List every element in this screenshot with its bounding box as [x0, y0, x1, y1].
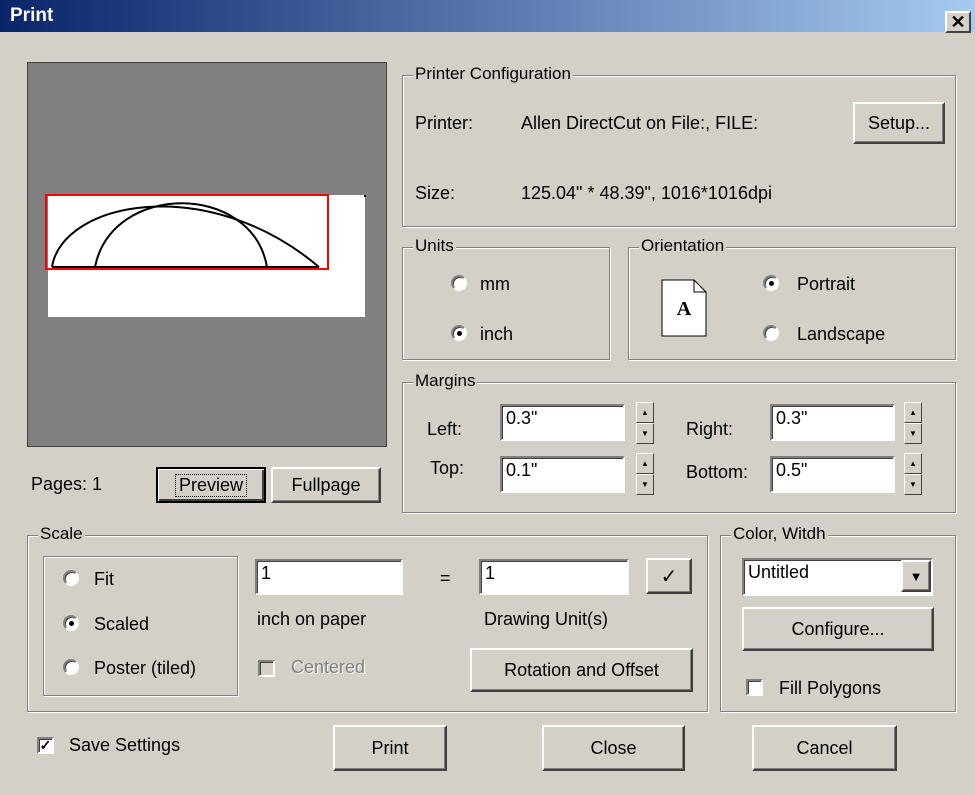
bottom-margin-label: Bottom: — [686, 462, 749, 482]
close-window-button[interactable]: ✕ — [945, 11, 971, 33]
spin-up-icon[interactable]: ▲ — [636, 453, 654, 474]
spin-down-icon[interactable]: ▼ — [636, 474, 654, 495]
top-margin-spinner[interactable]: ▲ ▼ — [636, 453, 654, 495]
landscape-radio[interactable] — [763, 325, 779, 341]
left-margin-spinner[interactable]: ▲ ▼ — [636, 402, 654, 444]
margins-group: Margins — [402, 371, 956, 513]
pages-count: Pages: 1 — [31, 474, 103, 494]
fill-polygons-checkbox[interactable] — [746, 679, 763, 696]
save-settings-label[interactable]: Save Settings — [69, 735, 180, 756]
setup-button[interactable]: Setup... — [853, 102, 945, 144]
spin-up-icon[interactable]: ▲ — [904, 453, 922, 474]
fit-radio[interactable] — [63, 570, 79, 586]
svg-text:A: A — [677, 298, 692, 320]
scale-label: Scale — [38, 524, 85, 544]
preview-drawing — [45, 194, 366, 317]
scaled-radio[interactable] — [63, 615, 79, 631]
portrait-radio[interactable] — [763, 275, 779, 291]
bottom-margin-input[interactable]: 0.5" — [770, 456, 895, 493]
preview-button-label: Preview — [174, 473, 248, 497]
equals-sign: = — [440, 568, 451, 588]
right-margin-label: Right: — [686, 419, 734, 439]
top-margin-input[interactable]: 0.1" — [500, 456, 625, 493]
rotation-and-offset-label: Rotation and Offset — [504, 659, 659, 680]
close-button-label: Close — [590, 737, 637, 758]
pen-dropdown[interactable]: Untitled ▼ — [742, 558, 933, 596]
fit-label[interactable]: Fit — [94, 569, 114, 590]
window-title: Print — [10, 5, 54, 26]
fullpage-button[interactable]: Fullpage — [271, 467, 381, 503]
configure-button-label: Configure... — [791, 618, 885, 639]
spin-down-icon[interactable]: ▼ — [636, 423, 654, 444]
printer-configuration-label: Printer Configuration — [413, 64, 573, 84]
print-button-label: Print — [371, 737, 409, 758]
poster-tiled-label[interactable]: Poster (tiled) — [94, 658, 196, 679]
apply-scale-button[interactable]: ✓ — [646, 558, 692, 594]
scaled-label[interactable]: Scaled — [94, 614, 149, 635]
orientation-label: Orientation — [639, 236, 727, 256]
top-margin-label: Top: — [430, 458, 465, 478]
checkmark-icon: ✓ — [660, 565, 678, 588]
save-settings-checkbox[interactable]: ✓ — [37, 737, 54, 754]
inch-label[interactable]: inch — [480, 324, 513, 345]
color-width-label: Color, Witdh — [731, 524, 828, 544]
title-bar — [0, 0, 975, 32]
printer-value: Allen DirectCut on File:, FILE: — [521, 113, 759, 133]
size-value: 125.04" * 48.39", 1016*1016dpi — [521, 183, 772, 203]
centered-checkbox[interactable] — [258, 660, 275, 677]
preview-button[interactable]: Preview — [156, 467, 266, 503]
inch-radio[interactable] — [451, 325, 467, 341]
right-margin-spinner[interactable]: ▲ ▼ — [904, 402, 922, 444]
cancel-button-label: Cancel — [796, 737, 853, 758]
spin-up-icon[interactable]: ▲ — [904, 402, 922, 423]
mm-label[interactable]: mm — [480, 274, 510, 295]
poster-tiled-radio[interactable] — [63, 659, 79, 675]
left-margin-label: Left: — [427, 419, 463, 439]
cancel-button[interactable]: Cancel — [752, 725, 897, 771]
spin-down-icon[interactable]: ▼ — [904, 423, 922, 444]
units-label: Units — [413, 236, 456, 256]
right-margin-input[interactable]: 0.3" — [770, 404, 895, 441]
fill-polygons-label[interactable]: Fill Polygons — [779, 678, 881, 699]
pen-dropdown-value: Untitled — [748, 562, 810, 582]
left-margin-input[interactable]: 0.3" — [500, 404, 625, 441]
print-button[interactable]: Print — [333, 725, 447, 771]
size-label: Size: — [415, 183, 456, 203]
fullpage-button-label: Fullpage — [291, 474, 361, 495]
centered-label: Centered — [291, 657, 366, 677]
setup-button-label: Setup... — [867, 112, 931, 133]
spin-up-icon[interactable]: ▲ — [636, 402, 654, 423]
margins-label: Margins — [413, 371, 478, 391]
close-icon: ✕ — [950, 12, 966, 32]
mm-radio[interactable] — [451, 275, 467, 291]
printer-configuration-group: Printer Configuration — [402, 64, 956, 227]
configure-button[interactable]: Configure... — [742, 607, 934, 651]
drawing-scale-input[interactable]: 1 — [479, 559, 629, 595]
print-preview-pane — [27, 62, 387, 447]
paper-scale-input[interactable]: 1 — [255, 559, 403, 595]
close-button[interactable]: Close — [542, 725, 685, 771]
rotation-and-offset-button[interactable]: Rotation and Offset — [470, 648, 693, 692]
portrait-page-icon: A — [661, 279, 707, 337]
bottom-margin-spinner[interactable]: ▲ ▼ — [904, 453, 922, 495]
portrait-label[interactable]: Portrait — [797, 274, 855, 295]
drawing-units-caption: Drawing Unit(s) — [484, 609, 609, 629]
landscape-label[interactable]: Landscape — [797, 324, 885, 345]
printer-label: Printer: — [415, 113, 474, 133]
spin-down-icon[interactable]: ▼ — [904, 474, 922, 495]
chevron-down-icon[interactable]: ▼ — [901, 560, 931, 592]
inch-on-paper-caption: inch on paper — [257, 609, 367, 629]
preview-page — [48, 195, 365, 317]
